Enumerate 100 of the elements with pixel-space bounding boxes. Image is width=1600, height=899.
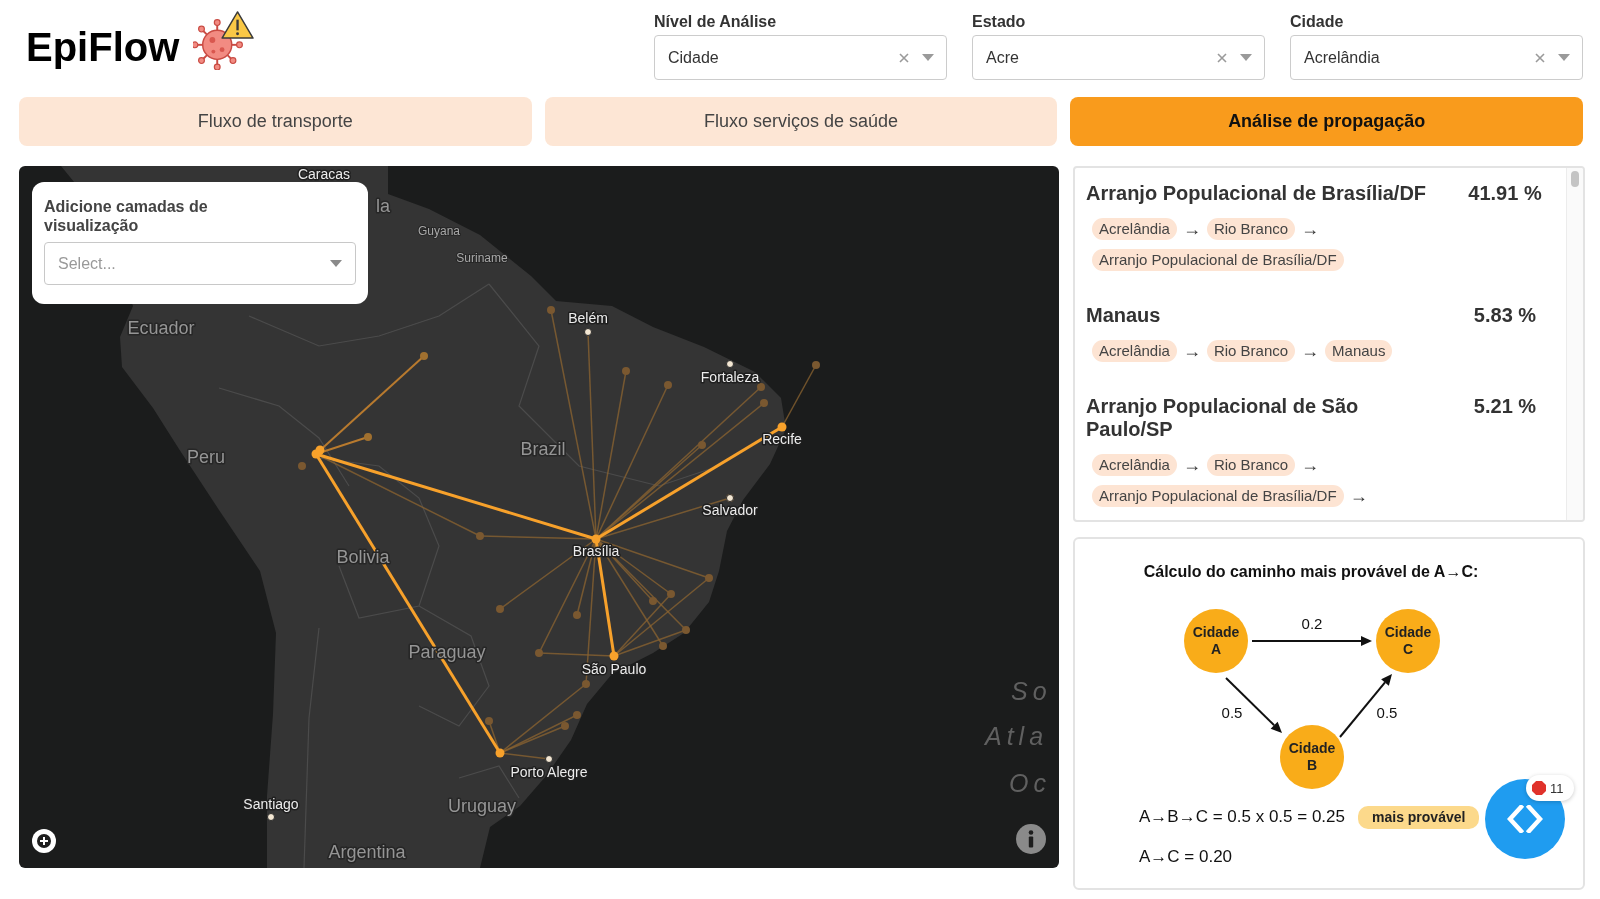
city-label: Santiago [243, 796, 299, 812]
destination-title: Arranjo Populacional de São Paulo/SP [1086, 395, 1360, 441]
country-label: Brazil [520, 439, 566, 459]
country-label: Argentina [328, 842, 406, 862]
map-view[interactable] [19, 166, 1059, 868]
city-chip: Rio Branco [1206, 340, 1296, 362]
flow-point [496, 605, 504, 613]
ocean-label: So [1011, 677, 1052, 705]
country-label: Ecuador [127, 318, 195, 338]
filter-dropdown[interactable]: Cidade [654, 35, 947, 80]
layer-label: Adicione camadas de visualização [44, 197, 209, 235]
filter-label: Estado [972, 13, 1026, 31]
city-chip: Acrelândia [1092, 218, 1177, 240]
edge-weight: 0.2 [1301, 614, 1323, 632]
destination-title: Manaus [1086, 304, 1162, 327]
stop-icon [1532, 781, 1546, 795]
scrollbar[interactable] [1566, 168, 1583, 520]
city-chip: Rio Branco [1206, 218, 1296, 240]
highlight-tag: mais provável [1358, 805, 1480, 829]
flow-point [812, 361, 820, 369]
region-label: Guyana [418, 224, 460, 238]
flow-point [573, 711, 581, 719]
city-chip: Manaus [1325, 340, 1393, 362]
city-chip: Arranjo Populacional de Brasília/DF [1092, 485, 1344, 507]
probability-value: 41.91 % [1467, 182, 1543, 205]
city-label: Porto Alegre [510, 764, 588, 780]
city-dot [584, 328, 592, 336]
city-node: Cidade C [1376, 609, 1440, 673]
plus-circle-icon[interactable] [32, 829, 56, 853]
flow-point [777, 422, 787, 432]
flow-point [485, 717, 493, 725]
destination-title: Arranjo Populacional de Brasília/DF [1086, 182, 1428, 205]
ocean-label: Oc [1009, 769, 1051, 797]
formula-text: A→C = 0.20 [1139, 847, 1233, 867]
tab[interactable]: Fluxo serviços de saúde [544, 97, 1058, 146]
caret-icon [1240, 54, 1252, 61]
diagram-title: Cálculo do caminho mais provável de A→C: [1142, 562, 1480, 581]
flow-point [591, 534, 601, 544]
country-label: Uruguay [448, 796, 516, 816]
country-label: Peru [187, 447, 225, 467]
city-label: São Paulo [581, 661, 647, 677]
code-icon [1507, 805, 1543, 833]
flow-point [364, 433, 372, 441]
country-label: la [376, 196, 390, 216]
filter-label: Nível de Análise [654, 13, 777, 31]
path-arrow: → [1182, 340, 1201, 362]
path-arrow: → [1349, 485, 1368, 507]
filter-dropdown[interactable]: Acre [972, 35, 1265, 80]
city-dot [726, 360, 734, 368]
city-label: Fortaleza [700, 369, 760, 385]
flow-point [573, 611, 581, 619]
tab[interactable]: Fluxo de transporte [19, 97, 532, 146]
clear-icon[interactable] [1535, 52, 1545, 63]
flow-point [649, 597, 657, 605]
filter-dropdown[interactable]: Acrelândia [1290, 35, 1583, 80]
flow-point [667, 590, 675, 598]
flow-point [698, 441, 706, 449]
city-dot [545, 755, 553, 763]
city-chip: Rio Branco [1206, 454, 1296, 476]
city-label: Recife [762, 431, 802, 447]
clear-icon[interactable] [899, 52, 909, 63]
city-dot [726, 494, 734, 502]
formula-text: A→B→C = 0.5 x 0.5 = 0.25 [1139, 807, 1345, 827]
caret-icon [922, 54, 934, 61]
path-arrow: → [1301, 218, 1320, 240]
tab[interactable]: Análise de propagação [1070, 97, 1583, 146]
flow-point [757, 383, 765, 391]
virus-warning-icon [193, 9, 256, 70]
caret-icon [1558, 54, 1570, 61]
scrollbar-thumb[interactable] [1571, 171, 1579, 187]
city-dot [267, 813, 275, 821]
error-count-badge[interactable]: 11 [1526, 775, 1574, 801]
city-label: Belém [568, 310, 608, 326]
city-node: Cidade B [1280, 725, 1344, 789]
caret-icon [330, 260, 342, 267]
flow-point [495, 748, 505, 758]
edge-weight: 0.5 [1376, 703, 1398, 721]
flow-point [760, 399, 768, 407]
region-label: Suriname [456, 251, 508, 265]
flow-point [298, 462, 306, 470]
clear-icon[interactable] [1217, 52, 1227, 63]
app-logo: EpiFlow [26, 23, 180, 70]
city-node: Cidade A [1184, 609, 1248, 673]
filter-label: Cidade [1290, 13, 1344, 31]
info-icon[interactable] [1016, 824, 1046, 854]
city-chip: Acrelândia [1092, 454, 1177, 476]
path-arrow: → [1182, 218, 1201, 240]
probability-value: 5.83 % [1472, 304, 1538, 327]
flow-point [476, 532, 484, 540]
city-label: Caracas [297, 166, 351, 182]
city-label: Salvador [702, 502, 758, 518]
ocean-label: Atla [985, 722, 1049, 750]
flow-point [664, 381, 672, 389]
flow-point [315, 445, 325, 455]
path-arrow: → [1301, 340, 1320, 362]
flow-point [682, 626, 690, 634]
flow-point [561, 722, 569, 730]
city-chip: Arranjo Populacional de Brasília/DF [1092, 249, 1344, 271]
flow-point [622, 367, 630, 375]
flow-point [582, 680, 590, 688]
